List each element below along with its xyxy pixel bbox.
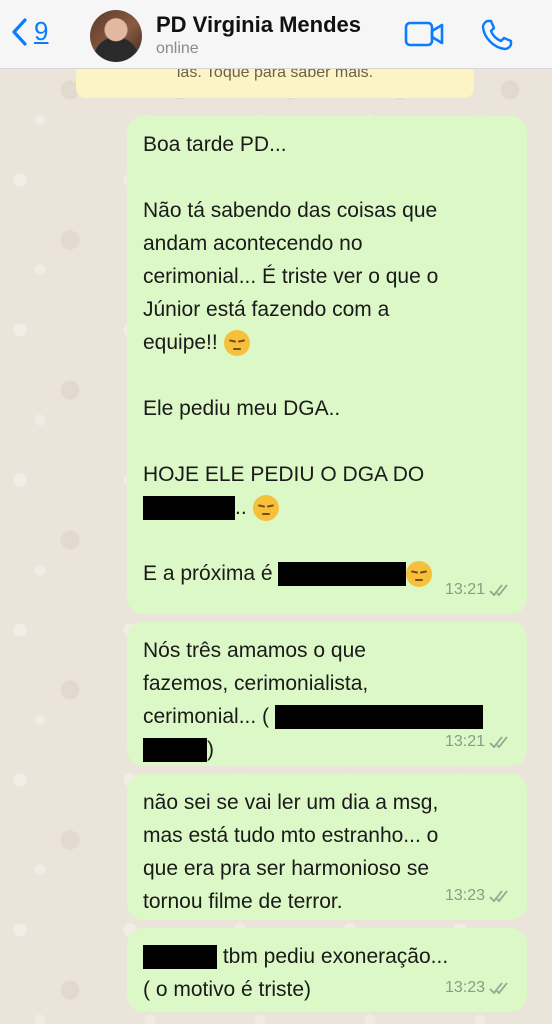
message-line: .. <box>235 496 247 519</box>
chevron-left-icon <box>12 17 27 46</box>
message-time: 13:21 <box>444 581 485 598</box>
message-line: mas está tudo mto estranho... o <box>143 824 439 847</box>
message-time: 13:23 <box>444 887 485 904</box>
double-check-icon <box>489 735 508 748</box>
redaction-box <box>143 496 235 521</box>
message-meta: 13:23 <box>445 971 511 1004</box>
message-line: cerimonial... É triste ver o que o <box>143 265 439 288</box>
unread-count: 9 <box>34 16 49 46</box>
message-bubble[interactable]: não sei se vai ler um dia a msg, mas est… <box>127 774 527 920</box>
contact-status: online <box>156 40 199 57</box>
video-camera-icon <box>404 21 444 47</box>
message-line: Não tá sabendo das coisas que <box>143 199 438 222</box>
message-bubble[interactable]: tbm pediu exoneração... ( o motivo é tri… <box>127 928 527 1012</box>
back-button[interactable]: 9 <box>10 16 48 47</box>
message-bubble[interactable]: Nós três amamos o que fazemos, cerimonia… <box>127 622 527 766</box>
message-meta: 13:21 <box>445 725 511 758</box>
message-line: andam acontecendo no <box>143 232 363 255</box>
message-line: HOJE ELE PEDIU O DGA DO <box>143 463 425 486</box>
redaction-box <box>143 945 217 970</box>
message-meta: 13:23 <box>445 879 511 912</box>
sad-face-emoji-icon <box>252 495 279 522</box>
voice-call-button[interactable] <box>480 18 514 57</box>
message-line: E a próxima é <box>143 562 273 585</box>
double-check-icon <box>489 889 508 902</box>
message-bubble[interactable]: Boa tarde PD... Não tá sabendo das coisa… <box>127 116 527 614</box>
message-line: não sei se vai ler um dia a msg, <box>143 791 439 814</box>
message-line: Ele pediu meu DGA.. <box>143 397 341 420</box>
message-line: fazemos, cerimonialista, <box>143 672 369 695</box>
redaction-box <box>143 738 207 763</box>
message-line: equipe!! <box>143 331 218 354</box>
message-time: 13:23 <box>444 979 485 996</box>
sad-face-emoji-icon <box>223 330 250 357</box>
video-call-button[interactable] <box>404 20 444 53</box>
message-line: cerimonial... ( <box>143 705 270 728</box>
sad-face-emoji-icon <box>406 561 433 588</box>
redaction-box <box>278 562 407 587</box>
chat-header: 9 PD Virginia Mendes online <box>0 0 552 69</box>
message-line: Júnior está fazendo com a <box>143 298 390 321</box>
avatar[interactable] <box>90 10 142 62</box>
message-line: Nós três amamos o que <box>143 639 366 662</box>
message-meta: 13:21 <box>445 573 511 606</box>
message-time: 13:21 <box>444 733 485 750</box>
message-line: tbm pediu exoneração... <box>222 945 449 968</box>
message-line: ) <box>207 738 214 761</box>
phone-icon <box>481 19 513 51</box>
double-check-icon <box>489 981 508 994</box>
contact-name[interactable]: PD Virginia Mendes <box>156 12 361 38</box>
double-check-icon <box>489 583 508 596</box>
message-line: Boa tarde PD... <box>143 133 287 156</box>
